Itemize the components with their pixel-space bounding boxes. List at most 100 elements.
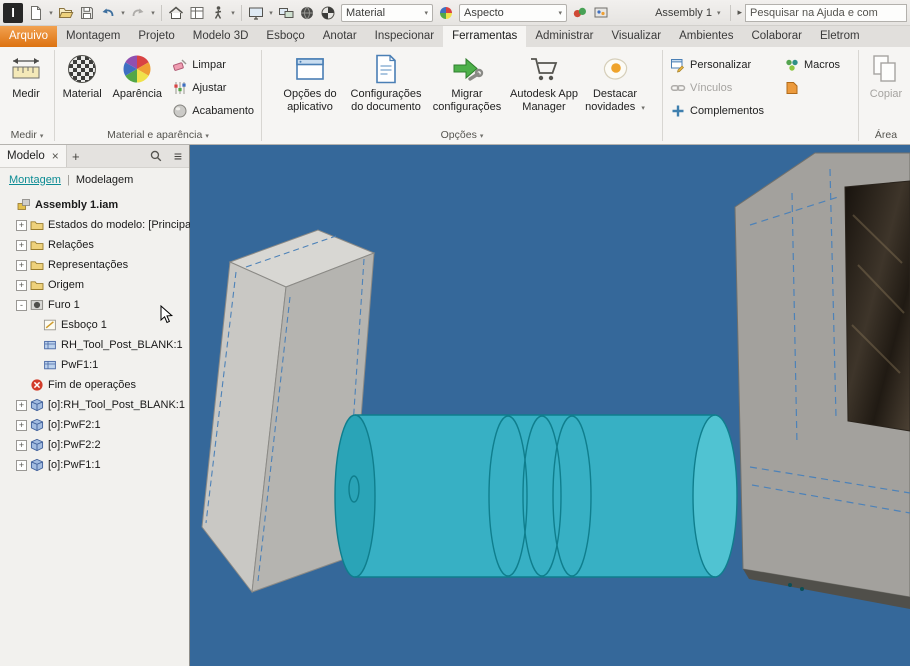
iproperties-button[interactable] (187, 3, 207, 23)
tree-expander[interactable]: + (16, 399, 27, 411)
medir-button[interactable]: Medir (3, 50, 49, 103)
inventor-logo[interactable]: I (3, 2, 23, 23)
mode-separator: | (66, 173, 70, 186)
add-browser-tab-button[interactable]: + (67, 149, 85, 164)
tree-expander[interactable]: + (16, 459, 27, 471)
material-combo[interactable]: Material ▾ (341, 3, 433, 22)
clipboard-group-footer[interactable]: Área (859, 128, 910, 144)
tab-ambientes[interactable]: Ambientes (670, 26, 742, 47)
tab-visualizar[interactable]: Visualizar (602, 26, 670, 47)
tree-item-fim-de-operacoes[interactable]: Fim de operações (0, 375, 189, 395)
aparencia-button[interactable]: Aparência (108, 50, 166, 103)
display-settings-dropdown[interactable]: ▾ (267, 9, 275, 17)
help-search-input[interactable] (745, 3, 907, 22)
render-style-button[interactable] (570, 3, 590, 23)
home-view-button[interactable] (166, 3, 186, 23)
tree-item-o-rh-tool-post-blank-1[interactable]: + [o]:RH_Tool_Post_BLANK:1 (0, 395, 189, 415)
tree-item-rh-tool-post-blank-1[interactable]: RH_Tool_Post_BLANK:1 (0, 335, 189, 355)
limpar-button[interactable]: Limpar (168, 53, 258, 76)
mode-link-modelagem[interactable]: Modelagem (76, 174, 133, 186)
tree-expander[interactable]: + (16, 439, 27, 451)
tag-button[interactable] (780, 76, 844, 99)
tree-expander[interactable]: + (16, 419, 27, 431)
tree-item-pwf1-1[interactable]: PwF1:1 (0, 355, 189, 375)
configuracoes-documento-button[interactable]: Configurações do documento (344, 50, 428, 115)
quick-access-toolbar: I ▾ ▾ ▾ ▾ ▾ Material ▾ Aspecto ▾ Assembly … (0, 0, 910, 26)
vinculos-button[interactable]: Vínculos (666, 76, 778, 99)
cylinder-part[interactable] (334, 414, 738, 578)
ribbon-group-clipboard: Copiar Área (859, 47, 910, 144)
tree-expander[interactable]: + (16, 259, 27, 271)
tree-item-o-pwf2-2[interactable]: + [o]:PwF2:2 (0, 435, 189, 455)
redo-dropdown[interactable]: ▾ (149, 9, 157, 17)
tab-inspecionar[interactable]: Inspecionar (366, 26, 443, 47)
tab-modelo-3d[interactable]: Modelo 3D (184, 26, 258, 47)
eraser-icon (173, 59, 187, 71)
opcoes-group-footer[interactable]: Opções ▾ (262, 128, 662, 144)
viewport-3d[interactable] (190, 145, 910, 666)
appearance-combo[interactable]: Aspecto ▾ (459, 3, 567, 22)
tree-item-assembly-1-iam[interactable]: Assembly 1.iam (0, 195, 189, 215)
material-browser-button[interactable] (318, 3, 338, 23)
tab-esboco[interactable]: Esboço (257, 26, 313, 47)
save-button[interactable] (77, 3, 97, 23)
tree-item-relacoes[interactable]: + Relações (0, 235, 189, 255)
app-manager-button[interactable]: Autodesk App Manager (506, 50, 582, 115)
migrate-arrow-wrench-icon (453, 57, 484, 81)
web-button[interactable] (297, 3, 317, 23)
redo-button[interactable] (128, 3, 148, 23)
close-icon[interactable]: × (52, 149, 59, 163)
tree-expander[interactable]: + (16, 279, 27, 291)
mode-link-montagem[interactable]: Montagem (9, 174, 61, 186)
tab-administrar[interactable]: Administrar (526, 26, 602, 47)
material-group-footer[interactable]: Material e aparência ▾ (55, 128, 261, 144)
acabamento-button[interactable]: Acabamento (168, 99, 258, 122)
document-switcher[interactable]: Assembly 1 ▾ (649, 7, 726, 19)
tree-expander[interactable]: + (16, 239, 27, 251)
tab-projeto[interactable]: Projeto (129, 26, 183, 47)
tree-expander[interactable]: + (16, 219, 27, 231)
tab-arquivo[interactable]: Arquivo (0, 26, 57, 47)
tree-expander[interactable]: - (16, 299, 27, 311)
personalizar-button[interactable]: Personalizar (666, 53, 778, 76)
fixture-block-part[interactable] (734, 152, 910, 609)
tree-item-estados-do-modelo-principal[interactable]: + Estados do modelo: [Principal] (0, 215, 197, 235)
tree-item-representacoes[interactable]: + Representações (0, 255, 189, 275)
display-settings-button[interactable] (246, 3, 266, 23)
tree-item-o-pwf2-1[interactable]: + [o]:PwF2:1 (0, 415, 189, 435)
tab-ferramentas[interactable]: Ferramentas (443, 26, 527, 47)
tab-anotar[interactable]: Anotar (314, 26, 366, 47)
undo-dropdown[interactable]: ▾ (119, 9, 127, 17)
search-expand-arrow[interactable]: ▸ (735, 7, 744, 18)
material-button[interactable]: Material (58, 50, 106, 103)
appearance-browser-button[interactable] (436, 3, 456, 23)
tree-item-o-pwf1-1[interactable]: + [o]:PwF1:1 (0, 455, 189, 475)
migrar-configuracoes-button[interactable]: Migrar configurações (430, 50, 504, 115)
browser-menu-button[interactable]: ≡ (167, 148, 189, 164)
new-file-button[interactable] (26, 3, 46, 23)
macros-label: Macros (804, 58, 841, 71)
tab-montagem[interactable]: Montagem (57, 26, 129, 47)
visual-style-button[interactable] (591, 3, 611, 23)
copiar-button[interactable]: Copiar (862, 50, 910, 103)
macros-button[interactable]: Macros (780, 53, 844, 76)
walkthrough-dropdown[interactable]: ▾ (229, 9, 237, 17)
tab-colaborar[interactable]: Colaborar (742, 26, 811, 47)
properties-table-icon (190, 6, 204, 19)
tab-eletrom[interactable]: Eletrom (811, 26, 869, 47)
viewport-canvas[interactable] (190, 145, 910, 666)
browser-tab-modelo[interactable]: Modelo × (0, 145, 67, 167)
open-button[interactable] (56, 3, 76, 23)
walkthrough-button[interactable] (208, 3, 228, 23)
ajustar-button[interactable]: Ajustar (168, 76, 258, 99)
destacar-novidades-button[interactable]: Destacar novidades ▾ (584, 50, 646, 117)
opcoes-aplicativo-button[interactable]: Opções do aplicativo (278, 50, 342, 115)
undo-button[interactable] (98, 3, 118, 23)
connected-screens-button[interactable] (276, 3, 296, 23)
medir-group-footer[interactable]: Medir ▾ (0, 128, 54, 144)
complementos-button[interactable]: Complementos (666, 99, 778, 122)
browser-search-button[interactable] (145, 149, 167, 163)
ajustar-label: Ajustar (192, 81, 227, 94)
new-file-dropdown[interactable]: ▾ (47, 9, 55, 17)
tree-item-origem[interactable]: + Origem (0, 275, 189, 295)
